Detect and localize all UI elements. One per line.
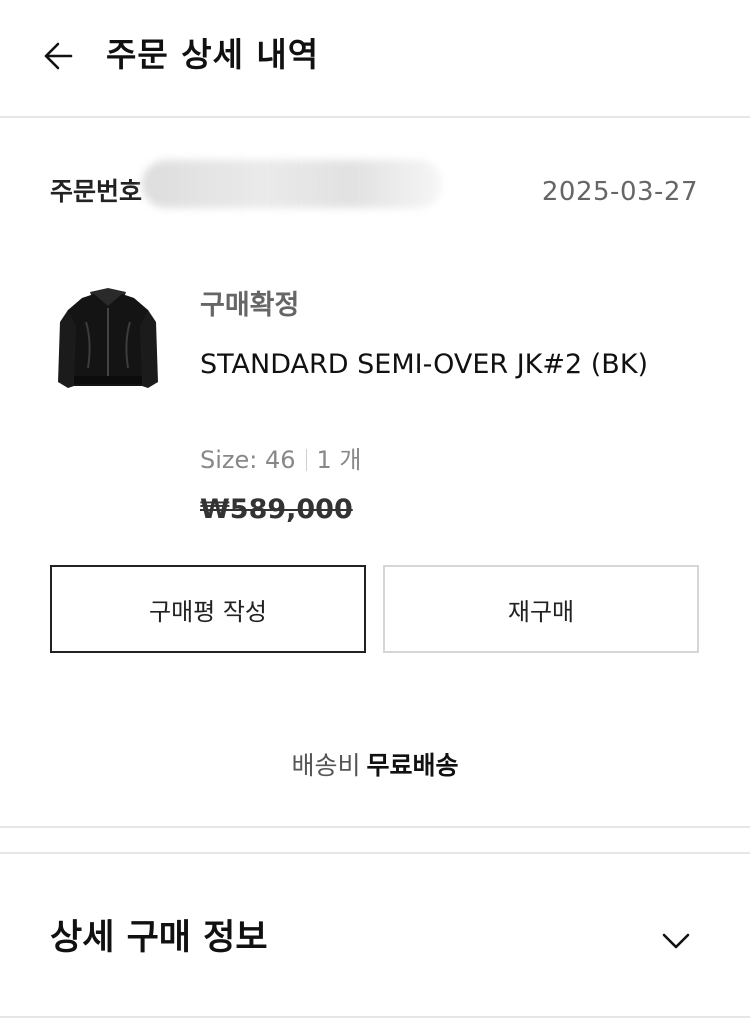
shipping-label: 배송비 bbox=[291, 751, 361, 780]
product-quantity: 1 개 bbox=[316, 446, 362, 474]
rebuy-button[interactable]: 재구매 bbox=[383, 565, 699, 653]
back-button[interactable] bbox=[34, 34, 78, 78]
write-review-button[interactable]: 구매평 작성 bbox=[50, 565, 366, 653]
product-name[interactable]: STANDARD SEMI-OVER JK#2 (BK) bbox=[200, 342, 670, 388]
chevron-down-icon[interactable] bbox=[656, 920, 696, 960]
product-size: Size: 46 bbox=[200, 446, 296, 474]
order-status: 구매확정 bbox=[200, 290, 300, 321]
leather-jacket-image bbox=[58, 288, 158, 388]
page-title: 주문 상세 내역 bbox=[106, 35, 320, 74]
details-title: 상세 구매 정보 bbox=[50, 918, 268, 958]
product-price: ₩589,000 bbox=[200, 494, 353, 525]
shipping-value: 무료배송 bbox=[366, 751, 459, 780]
shipping-fee: 배송비 무료배송 bbox=[0, 746, 750, 786]
order-date: 2025-03-27 bbox=[541, 177, 698, 207]
app-header: 주문 상세 내역 bbox=[0, 0, 750, 118]
section-divider bbox=[0, 826, 750, 854]
order-number-label: 주문번호 bbox=[50, 177, 143, 206]
product-thumbnail[interactable] bbox=[52, 282, 164, 400]
product-options: Size: 46 1 개 bbox=[200, 442, 362, 478]
redacted-order-number bbox=[142, 160, 442, 208]
purchase-details-toggle[interactable]: 상세 구매 정보 bbox=[0, 856, 750, 1018]
arrow-left-icon bbox=[44, 42, 73, 70]
option-divider bbox=[305, 449, 307, 471]
